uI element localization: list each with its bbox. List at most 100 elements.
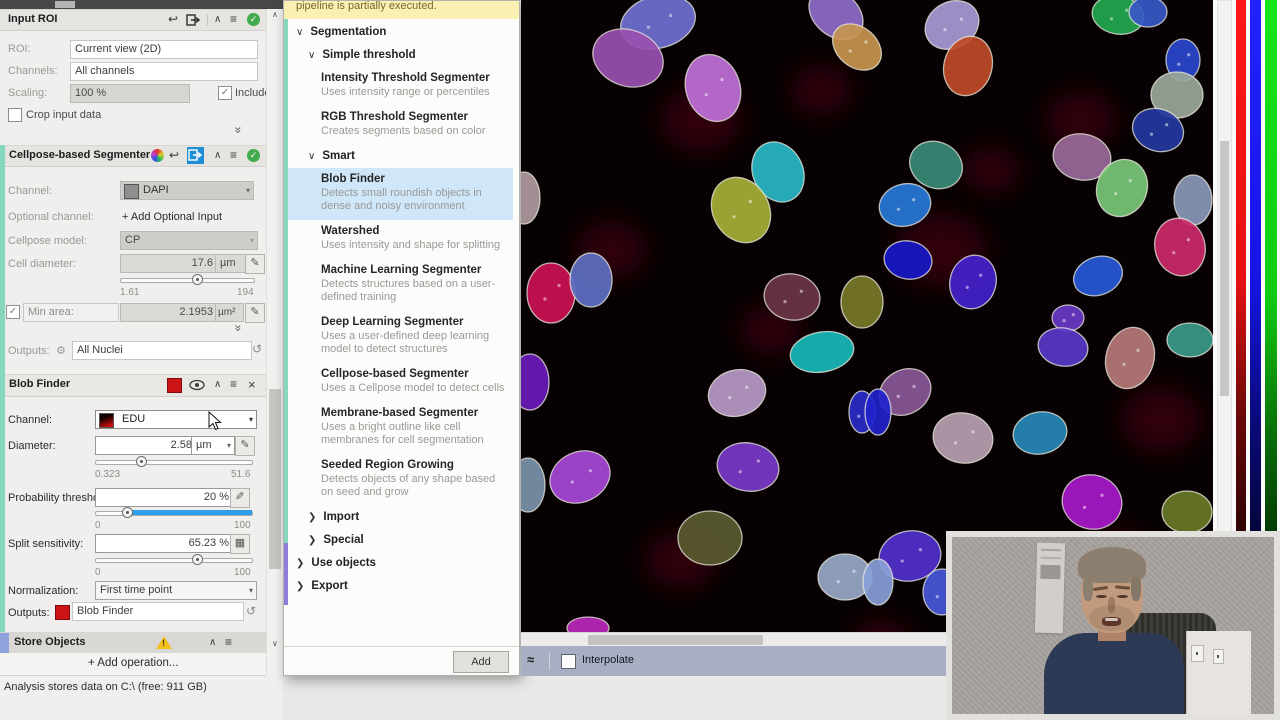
chevron-down-icon[interactable]: ∨ — [296, 27, 303, 38]
close-icon[interactable]: × — [248, 377, 256, 392]
collapse-icon[interactable]: ∧ — [209, 635, 216, 650]
tree-group-use-objects[interactable]: ❯ Use objects — [288, 552, 513, 575]
green-channel-lut[interactable] — [1265, 0, 1277, 535]
store-objects-header[interactable]: Store Objects ! ∧ ≡ — [0, 632, 266, 655]
segmented-cell[interactable] — [1056, 468, 1128, 536]
operation-item[interactable]: Deep Learning Segmenter Uses a user-defin… — [288, 311, 513, 363]
input-roi-header[interactable]: Input ROI ↩ | ∧ ≡ ✓ — [0, 9, 266, 31]
bf-output-swatch[interactable] — [55, 605, 70, 620]
output-color-swatch[interactable] — [167, 378, 182, 393]
cp-model-dropdown[interactable]: CP ▾ — [120, 231, 258, 250]
tree-group-simple-threshold[interactable]: ∨ Simple threshold — [288, 44, 513, 67]
min-area-field[interactable]: 2.1953 — [120, 303, 218, 322]
grid-icon[interactable]: ▦ — [230, 534, 250, 554]
viewer-vscrollbar-thumb[interactable] — [1220, 141, 1229, 396]
eyedropper-icon[interactable]: ✎ — [230, 488, 250, 508]
operation-item[interactable]: Seeded Region Growing Detects objects of … — [288, 454, 513, 506]
add-operation-row[interactable]: + Add operation... — [0, 653, 266, 676]
split-slider[interactable] — [95, 558, 253, 563]
add-operation-button[interactable]: + Add operation... — [88, 657, 178, 669]
expand-more-icon[interactable]: » — [231, 127, 245, 132]
segmented-cell[interactable] — [1148, 213, 1211, 282]
operation-item[interactable]: Intensity Threshold Segmenter Uses intens… — [288, 67, 513, 106]
panel-scrollbar[interactable]: ∧ ∨ — [266, 9, 284, 675]
normalization-dropdown[interactable]: First time point ▾ — [95, 581, 257, 600]
viewer-vscrollbar[interactable] — [1217, 0, 1232, 535]
scaling-field[interactable]: 100 % — [70, 84, 190, 103]
cp-outputs-field[interactable]: All Nuclei — [72, 341, 252, 360]
segmented-cell[interactable] — [713, 438, 782, 496]
color-wheel-icon[interactable] — [151, 149, 164, 162]
bf-diameter-unit-dropdown[interactable]: µm ▾ — [191, 436, 235, 455]
menu-icon[interactable]: ≡ — [225, 635, 232, 650]
segmented-cell[interactable] — [703, 363, 771, 422]
add-button[interactable]: Add — [453, 651, 509, 673]
tree-group-special[interactable]: ❯ Special — [288, 529, 513, 552]
segmented-cell[interactable] — [1099, 322, 1161, 394]
min-area-checkbox[interactable]: ✓ — [6, 305, 20, 319]
operation-item[interactable]: Cellpose-based Segmenter Uses a Cellpose … — [288, 363, 513, 402]
segmented-cell[interactable] — [521, 171, 541, 225]
bf-diameter-slider[interactable] — [95, 460, 253, 465]
add-optional-input-button[interactable]: + Add Optional Input — [122, 211, 222, 223]
pencil-icon[interactable]: ✎ — [245, 303, 265, 323]
bf-channel-dropdown[interactable]: EDU ▾ — [95, 410, 257, 429]
chevron-right-icon[interactable]: ❯ — [308, 512, 316, 523]
segmented-cell[interactable] — [1035, 324, 1091, 370]
segmented-cell[interactable] — [1173, 174, 1213, 226]
collapse-icon[interactable]: ∧ — [214, 377, 221, 392]
chevron-right-icon[interactable]: ❯ — [308, 535, 316, 546]
segmented-cell[interactable] — [1068, 250, 1128, 303]
undo-icon[interactable]: ↩ — [169, 148, 179, 163]
pencil-icon[interactable]: ✎ — [235, 436, 255, 456]
scroll-up-icon[interactable]: ∧ — [272, 10, 278, 19]
split-slider-thumb[interactable] — [192, 554, 203, 565]
tree-group-smart[interactable]: ∨ Smart — [288, 145, 513, 168]
probability-field[interactable]: 20 % — [95, 488, 234, 507]
channels-field[interactable]: All channels — [70, 62, 258, 81]
segmented-cell[interactable] — [1128, 0, 1168, 28]
operation-item[interactable]: Membrane-based Segmenter Uses a bright ou… — [288, 402, 513, 454]
tree-group-segmentation[interactable]: ∨ Segmentation — [288, 21, 513, 44]
segmented-cell[interactable] — [1010, 408, 1070, 459]
cellpose-header[interactable]: Cellpose-based Segmenter ↩ ∧ ≡ ✓ — [5, 145, 266, 167]
eye-icon[interactable] — [189, 379, 205, 391]
include-z-checkbox[interactable]: ✓ — [218, 86, 232, 100]
viewer-hscrollbar-thumb[interactable] — [588, 635, 763, 645]
segmented-cell[interactable] — [1166, 322, 1213, 358]
undo-icon[interactable]: ↩ — [168, 12, 178, 27]
segmented-cell[interactable] — [566, 616, 610, 632]
menu-icon[interactable]: ≡ — [230, 12, 237, 27]
bf-diameter-field[interactable]: 2.58 — [95, 436, 197, 455]
segmented-cell[interactable] — [1161, 490, 1213, 534]
panel-scrollbar-thumb[interactable] — [269, 389, 281, 569]
scroll-down-icon[interactable]: ∨ — [272, 639, 278, 648]
chevron-right-icon[interactable]: ❯ — [296, 581, 304, 592]
chevron-down-icon[interactable]: ∨ — [308, 151, 315, 162]
crop-checkbox[interactable] — [8, 108, 22, 122]
chevron-down-icon[interactable]: ∨ — [308, 50, 315, 61]
tree-group-import[interactable]: ❯ Import — [288, 506, 513, 529]
operation-item[interactable]: Blob Finder Detects small roundish object… — [288, 168, 513, 220]
red-channel-lut[interactable] — [1236, 0, 1246, 535]
operation-item[interactable]: RGB Threshold Segmenter Creates segments … — [288, 106, 513, 145]
reset-icon[interactable]: ↺ — [252, 342, 262, 356]
chevron-right-icon[interactable]: ❯ — [296, 558, 304, 569]
collapse-icon[interactable]: ∧ — [214, 148, 221, 163]
reset-icon[interactable]: ↺ — [246, 604, 256, 618]
collapse-icon[interactable]: ∧ — [214, 12, 221, 27]
probability-slider-thumb[interactable] — [122, 507, 133, 518]
roi-field[interactable]: Current view (2D) — [70, 40, 258, 59]
segmented-cell[interactable] — [929, 408, 997, 468]
bf-outputs-field[interactable]: Blob Finder — [72, 602, 244, 621]
tree-group-export[interactable]: ❯ Export — [288, 575, 513, 598]
cell-diameter-field[interactable]: 17.6 — [120, 254, 218, 273]
interpolate-checkbox[interactable] — [561, 654, 576, 669]
tool-icon[interactable]: ≈ — [527, 652, 534, 667]
cell-diameter-slider-thumb[interactable] — [192, 274, 203, 285]
blue-channel-lut[interactable] — [1250, 0, 1261, 535]
segmented-cell[interactable] — [1051, 304, 1085, 332]
segmented-cell[interactable] — [521, 353, 550, 411]
export-icon[interactable] — [186, 13, 200, 27]
segmented-cell[interactable] — [677, 510, 743, 566]
